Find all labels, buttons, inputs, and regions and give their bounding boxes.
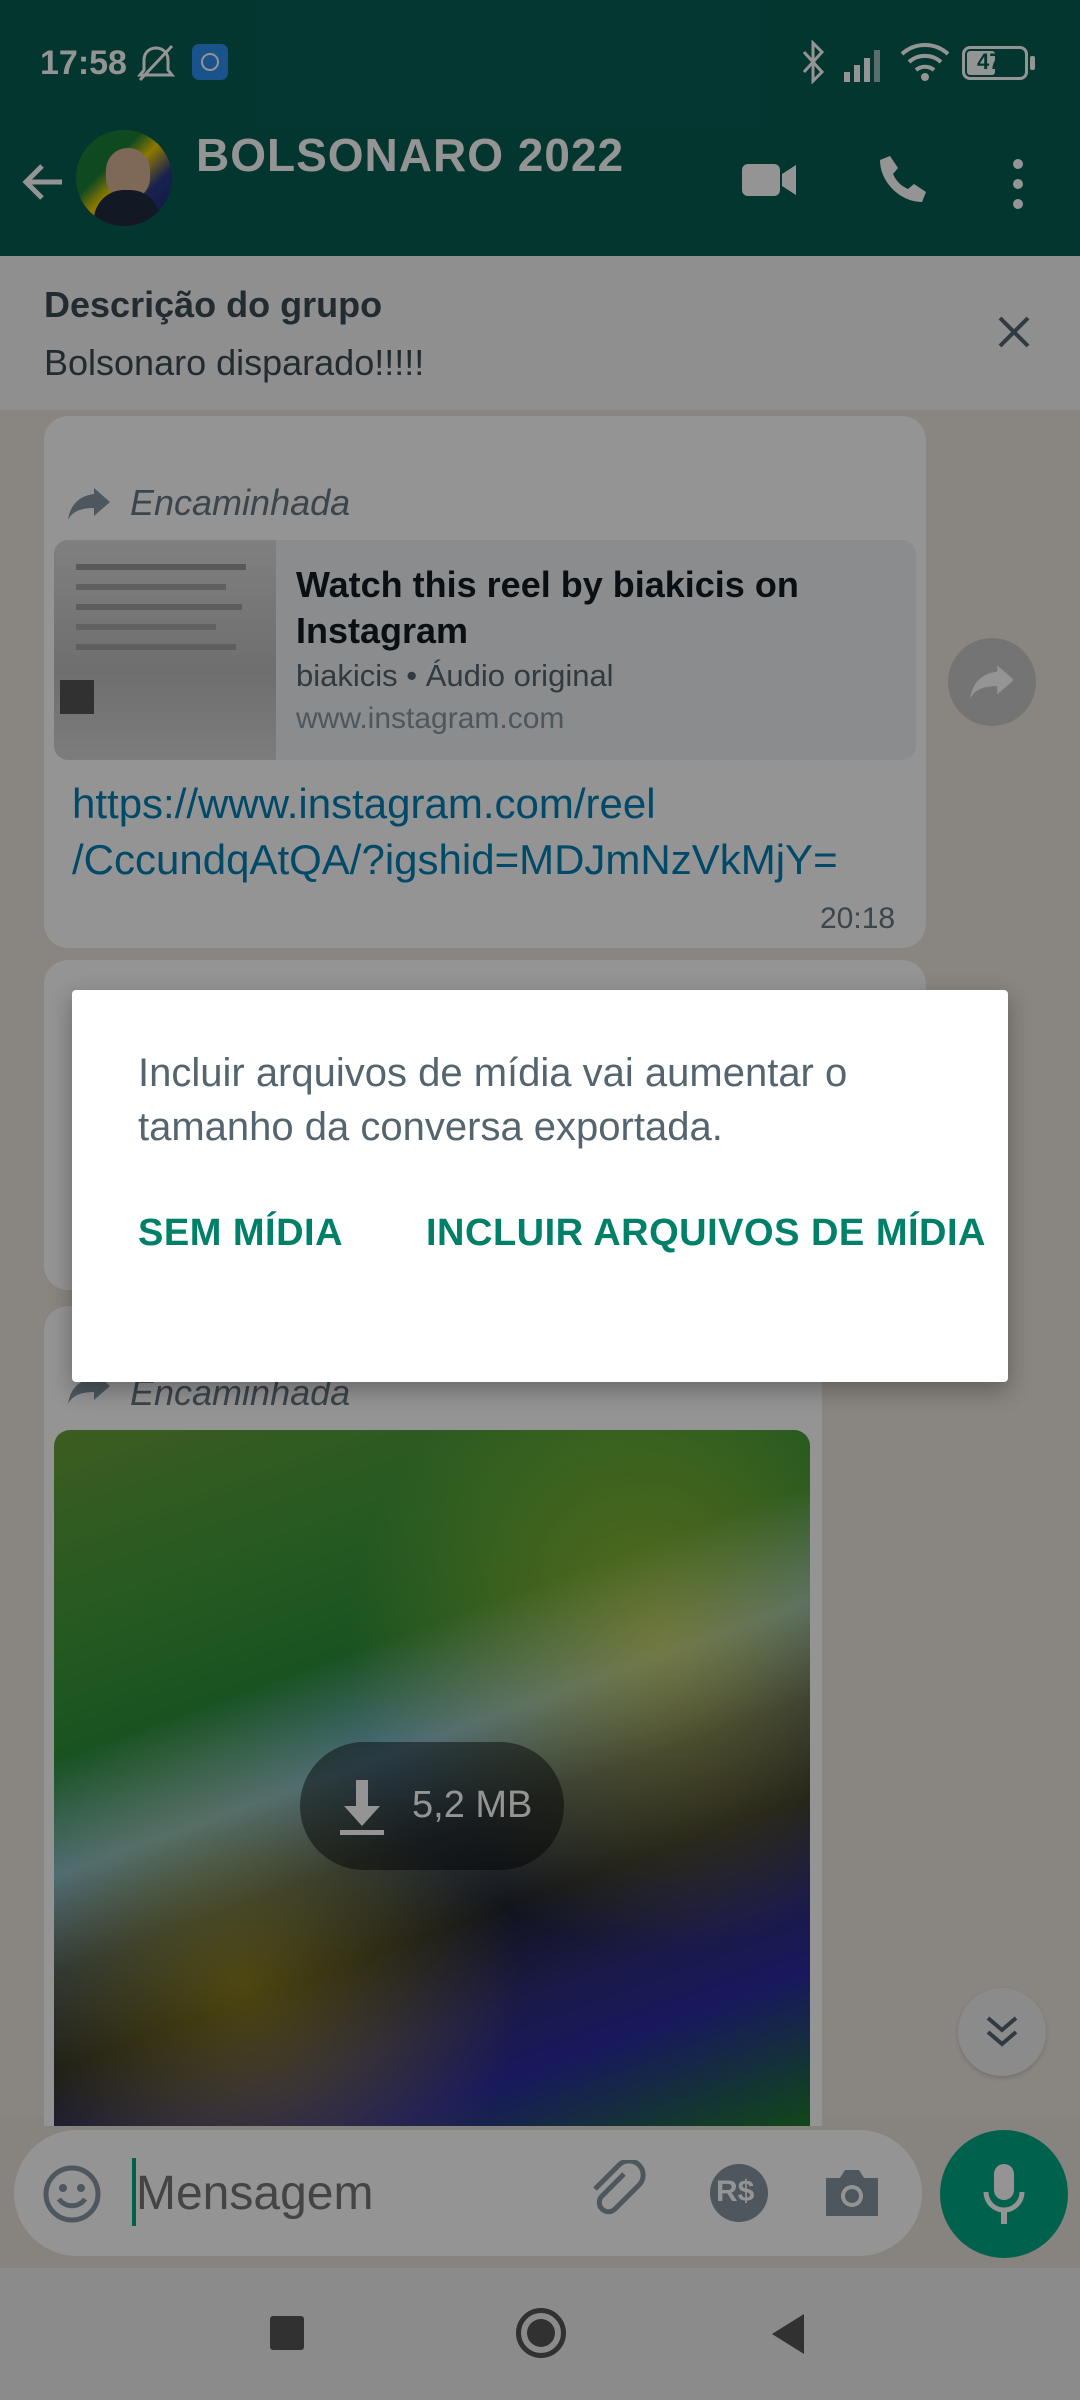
export-media-dialog: Incluir arquivos de mídia vai aumentar o…	[72, 990, 1008, 1382]
include-media-button[interactable]: INCLUIR ARQUIVOS DE MÍDIA	[426, 1212, 986, 1255]
dialog-message: Incluir arquivos de mídia vai aumentar o…	[138, 1051, 848, 1149]
no-media-button[interactable]: SEM MÍDIA	[138, 1212, 343, 1255]
